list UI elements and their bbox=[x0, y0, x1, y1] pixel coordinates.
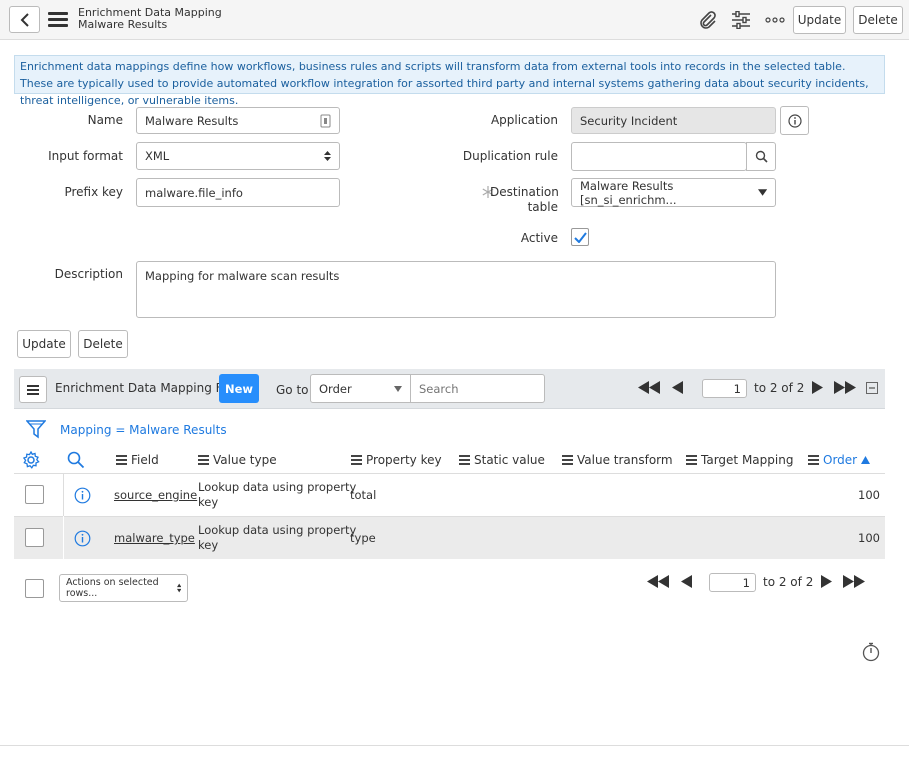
prefix-key-label: Prefix key bbox=[64, 185, 123, 199]
duplication-rule-lookup-button[interactable] bbox=[746, 142, 776, 171]
destination-table-label: Destination table bbox=[490, 185, 559, 214]
name-label: Name bbox=[87, 113, 123, 127]
column-header-property-key[interactable]: Property key bbox=[351, 452, 442, 468]
column-header-value-transform[interactable]: Value transform bbox=[562, 452, 673, 468]
property-key-cell: type bbox=[350, 531, 376, 545]
translate-icon[interactable] bbox=[320, 114, 331, 128]
next-page-icon[interactable] bbox=[812, 381, 823, 394]
destination-table-select[interactable]: Malware Results [sn_si_enrichm... bbox=[571, 178, 776, 207]
input-format-label: Input format bbox=[48, 149, 123, 163]
page-number-input[interactable]: 1 bbox=[702, 379, 747, 398]
goto-field-select[interactable]: Order bbox=[310, 374, 411, 403]
previous-page-icon[interactable] bbox=[672, 381, 683, 394]
duplication-rule-label: Duplication rule bbox=[462, 149, 558, 163]
column-menu-icon[interactable] bbox=[116, 453, 127, 467]
order-cell: 100 bbox=[858, 531, 880, 545]
info-icon bbox=[787, 113, 802, 128]
order-cell: 100 bbox=[858, 488, 880, 502]
column-menu-icon[interactable] bbox=[459, 453, 470, 467]
header-title: Enrichment Data Mapping Malware Results bbox=[78, 7, 222, 31]
last-page-icon[interactable] bbox=[843, 575, 865, 588]
column-header-field[interactable]: Field bbox=[116, 452, 159, 468]
response-time-icon[interactable] bbox=[862, 642, 880, 665]
search-icon bbox=[755, 150, 768, 163]
column-header-static-value[interactable]: Static value bbox=[459, 452, 545, 468]
bottom-page-number-input[interactable]: 1 bbox=[709, 573, 756, 592]
column-menu-icon[interactable] bbox=[686, 453, 697, 467]
name-field[interactable]: Malware Results bbox=[136, 107, 340, 134]
column-menu-icon[interactable] bbox=[198, 453, 209, 467]
caret-down-icon bbox=[394, 385, 402, 392]
active-checkbox[interactable] bbox=[571, 228, 589, 246]
first-page-icon[interactable] bbox=[638, 381, 660, 394]
prefix-key-field[interactable]: malware.file_info bbox=[136, 178, 340, 207]
back-button[interactable] bbox=[9, 6, 40, 33]
actions-select[interactable]: Actions on selected rows... bbox=[59, 574, 188, 602]
application-field: Security Incident bbox=[571, 107, 776, 134]
form-delete-button[interactable]: Delete bbox=[78, 330, 128, 358]
value-type-cell: Lookup data using property key bbox=[198, 523, 357, 552]
caret-down-icon bbox=[757, 189, 767, 196]
row-checkbox[interactable] bbox=[25, 485, 44, 504]
column-header-order[interactable]: Order bbox=[808, 452, 871, 468]
goto-field-value: Order bbox=[319, 381, 352, 396]
active-label: Active bbox=[520, 231, 558, 245]
input-format-select[interactable]: XML bbox=[136, 142, 340, 170]
bottom-page-range: to 2 of 2 bbox=[763, 575, 814, 589]
column-search-icon[interactable] bbox=[67, 451, 85, 472]
checkmark-icon bbox=[573, 231, 587, 243]
row-info-icon[interactable] bbox=[74, 530, 91, 550]
chevron-left-icon bbox=[20, 12, 29, 27]
list-search-input[interactable] bbox=[410, 374, 545, 403]
input-format-value: XML bbox=[145, 149, 170, 163]
goto-label: Go to bbox=[276, 383, 309, 397]
form-update-button[interactable]: Update bbox=[17, 330, 71, 358]
filter-icon[interactable] bbox=[25, 419, 47, 442]
select-arrows-icon bbox=[176, 583, 181, 593]
personalize-form-icon[interactable] bbox=[730, 10, 752, 30]
column-menu-icon[interactable] bbox=[351, 453, 362, 467]
menu-icon[interactable] bbox=[48, 12, 68, 28]
field-link[interactable]: source_engine bbox=[114, 488, 197, 503]
filter-breadcrumb[interactable]: Mapping = Malware Results bbox=[60, 423, 227, 437]
column-header-target-mapping[interactable]: Target Mapping bbox=[686, 452, 793, 468]
personalize-list-gear-icon[interactable] bbox=[22, 450, 40, 472]
name-value: Malware Results bbox=[145, 113, 239, 128]
page-range: to 2 of 2 bbox=[754, 381, 805, 395]
destination-table-value: Malware Results [sn_si_enrichm... bbox=[580, 178, 677, 207]
property-key-cell: total bbox=[350, 488, 377, 502]
collapse-list-icon[interactable] bbox=[866, 382, 878, 394]
prefix-key-value: malware.file_info bbox=[145, 185, 243, 200]
first-page-icon[interactable] bbox=[647, 575, 669, 588]
sort-ascending-icon bbox=[861, 456, 871, 464]
row-info-icon[interactable] bbox=[74, 487, 91, 507]
previous-page-icon[interactable] bbox=[681, 575, 692, 588]
header-delete-button[interactable]: Delete bbox=[853, 6, 903, 34]
select-arrows-icon bbox=[324, 151, 331, 161]
list-menu-icon bbox=[27, 384, 39, 395]
column-header-value-type[interactable]: Value type bbox=[198, 452, 277, 468]
description-value: Mapping for malware scan results bbox=[145, 269, 340, 283]
description-textarea[interactable]: Mapping for malware scan results bbox=[136, 261, 776, 318]
column-menu-icon[interactable] bbox=[808, 453, 819, 467]
header-update-button[interactable]: Update bbox=[793, 6, 846, 34]
next-page-icon[interactable] bbox=[821, 575, 832, 588]
field-link[interactable]: malware_type bbox=[114, 531, 195, 546]
more-options-icon[interactable] bbox=[764, 10, 786, 30]
info-message: Enrichment data mappings define how work… bbox=[14, 55, 885, 107]
attachment-icon[interactable] bbox=[697, 10, 719, 30]
duplication-rule-field[interactable] bbox=[571, 142, 747, 171]
new-button[interactable]: New bbox=[219, 374, 259, 403]
record-label: Malware Results bbox=[78, 18, 168, 31]
select-all-checkbox[interactable] bbox=[25, 579, 44, 598]
application-info-button[interactable] bbox=[780, 106, 809, 135]
list-context-menu-button[interactable] bbox=[19, 376, 47, 403]
value-type-cell: Lookup data using property key bbox=[198, 480, 357, 509]
row-checkbox[interactable] bbox=[25, 528, 44, 547]
column-menu-icon[interactable] bbox=[562, 453, 573, 467]
application-value: Security Incident bbox=[580, 113, 678, 128]
application-label: Application bbox=[490, 113, 558, 127]
last-page-icon[interactable] bbox=[834, 381, 856, 394]
description-label: Description bbox=[54, 267, 123, 281]
